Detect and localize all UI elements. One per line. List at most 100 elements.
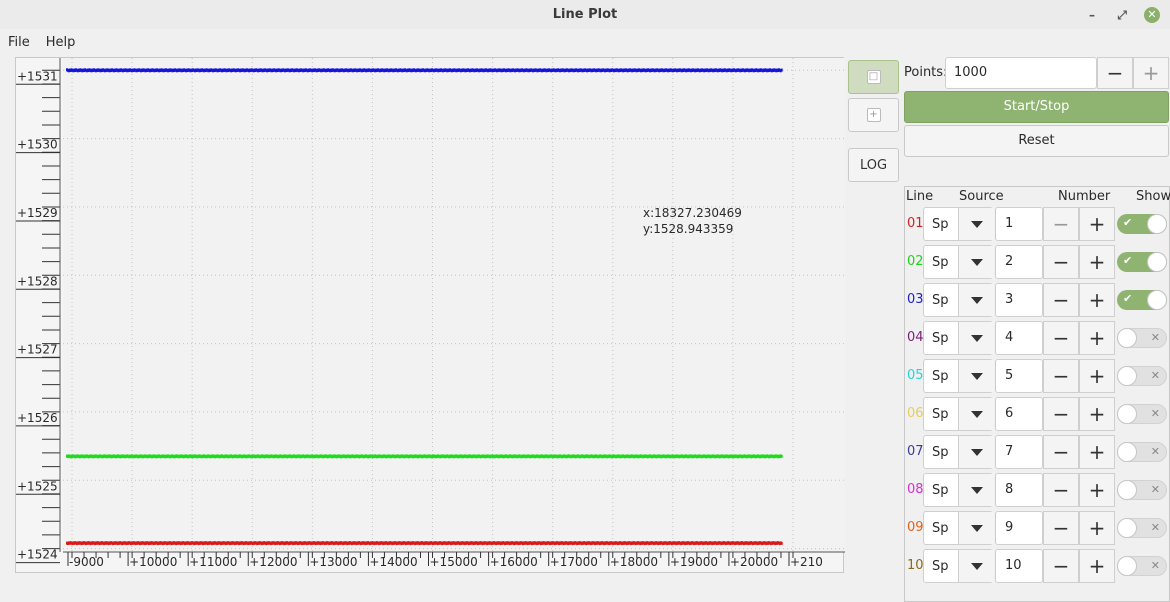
number-increment-button[interactable]: + [1079,283,1115,317]
show-toggle[interactable]: ✔ [1117,252,1167,272]
number-input[interactable]: 10 [995,549,1043,583]
check-icon: ✔ [1123,216,1133,229]
x-icon: ✕ [1150,407,1160,420]
show-toggle[interactable]: ✕ [1117,518,1167,538]
cursor-y-readout: y:1528.943359 [643,222,733,236]
line-plot[interactable]: +1524 +1525 +1526 +1527 +1528 +1529 +1530 +1531… [16,58,845,574]
number-increment-button[interactable]: + [1079,207,1115,241]
number-input[interactable]: 2 [995,245,1043,279]
source-select[interactable]: Sp [923,397,994,431]
source-select[interactable]: Sp [923,359,994,393]
x-tick-label: +17000 [550,555,598,569]
number-increment-button[interactable]: + [1079,359,1115,393]
source-value: Sp [932,445,949,460]
toggle-knob [1117,518,1137,538]
show-toggle[interactable]: ✕ [1117,556,1167,576]
number-increment-button[interactable]: + [1079,511,1115,545]
window-title: Line Plot [552,7,618,22]
number-input[interactable]: 6 [995,397,1043,431]
show-toggle[interactable]: ✕ [1117,442,1167,462]
source-select[interactable]: Sp [923,283,994,317]
number-increment-button[interactable]: + [1079,245,1115,279]
x-tick-label: +15000 [430,555,478,569]
chevron-down-icon[interactable] [958,246,994,278]
number-decrement-button[interactable]: − [1043,435,1079,469]
source-select[interactable]: Sp [923,321,994,355]
pan-tool-button[interactable]: □ [848,60,899,94]
plot-area[interactable]: +1524 +1525 +1526 +1527 +1528 +1529 +1530 +1531… [15,57,845,574]
number-increment-button[interactable]: + [1079,549,1115,583]
number-input[interactable]: 5 [995,359,1043,393]
line-row: 06 Sp 6− + ✕ [905,396,1170,432]
minimize-icon[interactable]: – [1084,7,1100,23]
chevron-down-icon[interactable] [958,436,994,468]
line-number-label: 03 [907,292,924,307]
number-decrement-button[interactable]: − [1043,511,1079,545]
close-icon[interactable]: ✕ [1144,6,1160,23]
zoom-tool-button[interactable]: + [848,98,899,132]
number-input[interactable]: 7 [995,435,1043,469]
reset-button[interactable]: Reset [904,125,1169,157]
source-select[interactable]: Sp [923,245,994,279]
show-toggle[interactable]: ✕ [1117,328,1167,348]
number-input[interactable]: 3 [995,283,1043,317]
lines-panel: Line Source Number Show 01 Sp 1− + ✔ 02 Sp 2− + ✔… [904,186,1170,602]
x-icon: ✕ [1150,521,1160,534]
toggle-knob [1117,404,1137,424]
number-increment-button[interactable]: + [1079,321,1115,355]
source-select[interactable]: Sp [923,435,994,469]
menu-file[interactable]: File [8,35,30,50]
number-decrement-button[interactable]: − [1043,245,1079,279]
menu-help[interactable]: Help [46,35,76,50]
title-bar: Line Plot – ⤢ ✕ [0,0,1170,29]
show-toggle[interactable]: ✕ [1117,366,1167,386]
points-input[interactable]: 1000 [945,57,1097,89]
number-increment-button[interactable]: + [1079,473,1115,507]
menu-bar: File Help [0,29,1170,56]
chevron-down-icon[interactable] [958,550,994,582]
source-value: Sp [932,255,949,270]
number-decrement-button[interactable]: − [1043,397,1079,431]
show-toggle[interactable]: ✔ [1117,214,1167,234]
number-decrement-button[interactable]: − [1043,283,1079,317]
number-decrement-button[interactable]: − [1043,549,1079,583]
source-select[interactable]: Sp [923,207,994,241]
show-toggle[interactable]: ✕ [1117,404,1167,424]
source-select[interactable]: Sp [923,511,994,545]
chevron-down-icon[interactable] [958,360,994,392]
number-input[interactable]: 8 [995,473,1043,507]
number-decrement-button[interactable]: − [1043,207,1079,241]
number-decrement-button[interactable]: − [1043,473,1079,507]
number-decrement-button[interactable]: − [1043,321,1079,355]
y-tick-label: +1526 [17,411,58,425]
restore-icon[interactable]: ⤢ [1114,7,1130,23]
chevron-down-icon[interactable] [958,474,994,506]
number-decrement-button[interactable]: − [1043,359,1079,393]
x-icon: ✕ [1150,559,1160,572]
number-input[interactable]: 4 [995,321,1043,355]
number-input[interactable]: 1 [995,207,1043,241]
source-select[interactable]: Sp [923,473,994,507]
x-tick-label: +210 [790,555,823,569]
source-select[interactable]: Sp [923,549,994,583]
source-value: Sp [932,521,949,536]
line-number-label: 02 [907,254,924,269]
number-increment-button[interactable]: + [1079,397,1115,431]
chevron-down-icon[interactable] [958,208,994,240]
show-toggle[interactable]: ✔ [1117,290,1167,310]
chevron-down-icon[interactable] [958,322,994,354]
log-button[interactable]: LOG [848,148,899,182]
chevron-down-icon[interactable] [958,512,994,544]
line-number-label: 01 [907,216,924,231]
chevron-down-icon[interactable] [958,284,994,316]
number-input[interactable]: 9 [995,511,1043,545]
source-value: Sp [932,293,949,308]
points-increment-button[interactable]: + [1133,57,1169,89]
chevron-down-icon[interactable] [958,398,994,430]
show-toggle[interactable]: ✕ [1117,480,1167,500]
points-decrement-button[interactable]: − [1097,57,1133,89]
source-value: Sp [932,369,949,384]
points-row: Points: 1000 − + [904,56,1170,90]
number-increment-button[interactable]: + [1079,435,1115,469]
start-stop-button[interactable]: Start/Stop [904,91,1169,123]
